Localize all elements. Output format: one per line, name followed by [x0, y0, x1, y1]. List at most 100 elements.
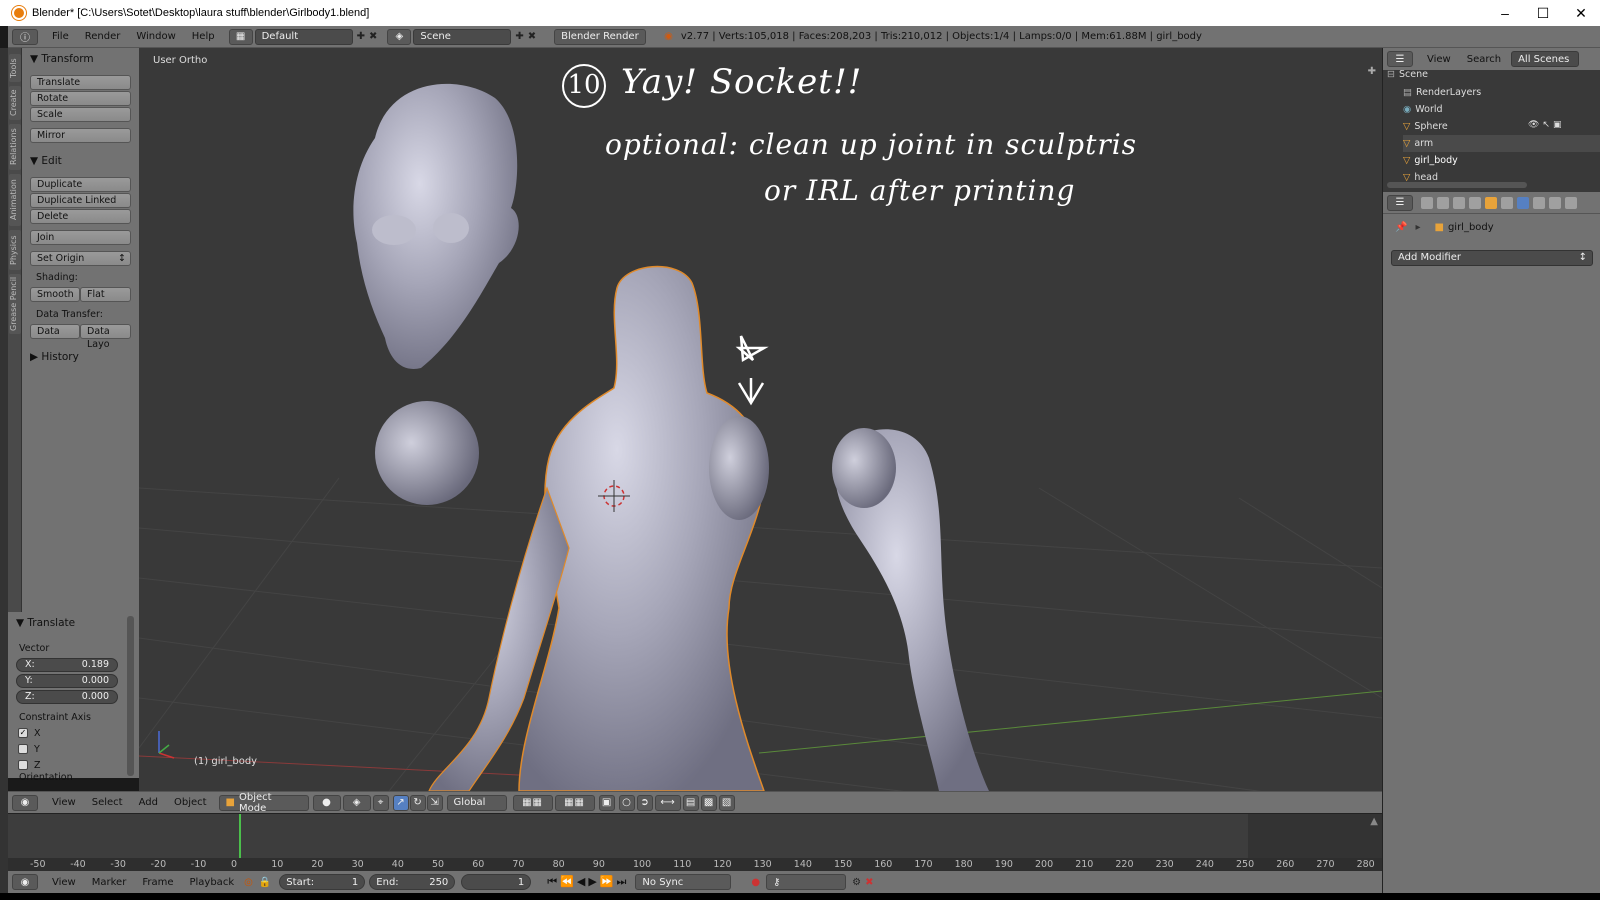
editor-type-properties-icon[interactable]: ☰ [1387, 194, 1413, 211]
manipulator-toggle-icon[interactable]: ⌖ [372, 794, 389, 811]
record-icon[interactable]: ● [751, 877, 760, 888]
rotate-button[interactable]: Rotate [30, 91, 131, 106]
menu-frame[interactable]: Frame [134, 877, 181, 888]
sync-mode-select[interactable]: No Sync [635, 874, 732, 890]
modifiers-tab-icon[interactable] [1517, 196, 1529, 209]
flat-button[interactable]: Flat [80, 287, 131, 302]
editor-type-3d-icon[interactable]: ◉ [12, 794, 38, 811]
remove-layout-icon[interactable]: ✖ [369, 31, 377, 42]
render-preview-icon[interactable]: ▤ [682, 794, 699, 811]
menu-select[interactable]: Select [84, 797, 131, 808]
timeline-resize-icon[interactable]: ▲ [1370, 816, 1378, 827]
preview-range-icon[interactable]: ◎ [244, 877, 253, 888]
editor-type-outliner-icon[interactable]: ☰ [1387, 51, 1413, 67]
maximize-button[interactable]: ☐ [1524, 0, 1562, 26]
delete-button[interactable]: Delete [30, 209, 131, 224]
translate-manipulator-icon[interactable]: ↗ [392, 794, 409, 811]
transform-orientation-select[interactable]: Global [446, 794, 507, 811]
outliner-row-girl-body[interactable]: ▽ girl_body [1403, 152, 1600, 169]
render-animation-icon[interactable]: ▩ [700, 794, 717, 811]
menu-marker[interactable]: Marker [84, 877, 135, 888]
data-button[interactable]: Data [30, 324, 80, 339]
lock-time-cursor-icon[interactable]: 🔒 [259, 877, 271, 888]
material-tab-icon[interactable] [1549, 196, 1561, 209]
tab-physics[interactable]: Physics [9, 230, 21, 270]
outliner-scrollbar[interactable] [1387, 182, 1527, 188]
add-scene-icon[interactable]: ✚ [515, 31, 523, 42]
editor-type-timeline-icon[interactable]: ◉ [12, 874, 38, 890]
screen-layout-field[interactable]: Default [254, 28, 353, 45]
join-button[interactable]: Join [30, 230, 131, 245]
redo-scrollbar[interactable] [127, 616, 134, 776]
scene-field[interactable]: Scene [413, 28, 512, 45]
snap-element-icon[interactable]: ⟷ [654, 794, 681, 811]
remove-scene-icon[interactable]: ✖ [528, 31, 536, 42]
opengl-render-icon[interactable]: ▧ [718, 794, 735, 811]
menu-outliner-view[interactable]: View [1419, 54, 1459, 65]
vector-y-field[interactable]: Y: 0.000 [16, 674, 118, 688]
pin-icon[interactable]: 📌 [1395, 222, 1407, 233]
end-frame-field[interactable]: End: 250 [369, 874, 456, 890]
minimize-button[interactable]: – [1486, 0, 1524, 26]
outliner-row-arm[interactable]: ▽ arm [1403, 135, 1600, 152]
constraint-z-checkbox[interactable] [18, 760, 28, 770]
3d-viewport[interactable]: User Ortho (1) girl_body 10 Yay! Socket!… [139, 48, 1382, 791]
constraint-x-checkbox[interactable]: ✓ [18, 728, 28, 738]
current-frame-field[interactable]: 1 [461, 874, 532, 890]
start-frame-field[interactable]: Start: 1 [279, 874, 366, 890]
sphere-mesh[interactable] [375, 401, 479, 505]
snap-icon[interactable]: ➲ [636, 794, 653, 811]
menu-playback[interactable]: Playback [181, 877, 242, 888]
display-mode-select[interactable]: All Scenes [1511, 51, 1580, 67]
transform-panel-header[interactable]: ▼ Transform [22, 50, 94, 68]
tab-create[interactable]: Create [9, 86, 21, 120]
menu-help[interactable]: Help [184, 31, 223, 42]
scale-manipulator-icon[interactable]: ⇲ [426, 794, 443, 811]
delete-keyframe-icon[interactable]: ✖ [865, 877, 873, 888]
outliner-row-sphere[interactable]: ▽ Sphere [1403, 118, 1600, 135]
editor-type-info-icon[interactable]: ⓘ [12, 28, 38, 45]
vector-x-field[interactable]: X: 0.189 [16, 658, 118, 672]
add-modifier-select[interactable]: Add Modifier ↕ [1391, 250, 1593, 266]
layers-grid-2[interactable]: ▦▦ [554, 794, 595, 811]
menu-timeline-view[interactable]: View [44, 877, 84, 888]
texture-tab-icon[interactable] [1565, 196, 1577, 209]
edit-panel-header[interactable]: ▼ Edit [22, 152, 62, 170]
screen-layout-icon[interactable]: ▦ [228, 28, 253, 45]
menu-file[interactable]: File [44, 31, 77, 42]
menu-object[interactable]: Object [166, 797, 215, 808]
visibility-toggles[interactable]: 👁↖▣ [1528, 120, 1568, 130]
menu-render[interactable]: Render [77, 31, 129, 42]
outliner-row-scene[interactable]: ⊟ Scene [1387, 66, 1587, 83]
insert-keyframe-icon[interactable]: ⚙ [852, 877, 861, 888]
region-toggle-icon[interactable]: ✚ [1368, 66, 1376, 77]
playback-controls-icon[interactable]: ⏮⏪◀▶⏩⏭ [547, 875, 629, 889]
scale-button[interactable]: Scale [30, 107, 131, 122]
tab-tools[interactable]: Tools [9, 54, 21, 82]
constraints-tab-icon[interactable] [1501, 196, 1513, 209]
render-tab-icon[interactable] [1421, 196, 1433, 209]
history-panel-header[interactable]: ▶ History [22, 348, 79, 366]
keying-set-field[interactable]: ⚷ [766, 874, 847, 890]
timeline-editor[interactable]: -50 -40 -30 -20 -10 0 10 20 30 40 50 60 70 80 90 100 110… [8, 813, 1382, 876]
menu-outliner-search[interactable]: Search [1459, 54, 1509, 65]
duplicate-button[interactable]: Duplicate [30, 177, 131, 192]
layers-grid-1[interactable]: ▦▦ [512, 794, 553, 811]
outliner-row-world[interactable]: ◉ World [1403, 101, 1600, 118]
scene-icon[interactable]: ◈ [387, 28, 412, 45]
layer-lock-icon[interactable]: ▣ [598, 794, 615, 811]
scene-tab-icon[interactable] [1453, 196, 1465, 209]
world-tab-icon[interactable] [1469, 196, 1481, 209]
vector-z-field[interactable]: Z: 0.000 [16, 690, 118, 704]
rotate-manipulator-icon[interactable]: ↻ [409, 794, 426, 811]
menu-add[interactable]: Add [131, 797, 166, 808]
proportional-edit-icon[interactable]: ○ [618, 794, 635, 811]
timeline-playhead[interactable] [239, 814, 241, 858]
outliner-row-renderlayers[interactable]: ▤ RenderLayers [1403, 84, 1600, 101]
tab-animation[interactable]: Animation [9, 174, 21, 226]
constraint-y-checkbox[interactable] [18, 744, 28, 754]
mirror-button[interactable]: Mirror [30, 128, 131, 143]
object-tab-icon[interactable] [1485, 196, 1497, 209]
pivot-point-icon[interactable]: ◈ [342, 794, 371, 811]
close-button[interactable]: ✕ [1562, 0, 1600, 26]
